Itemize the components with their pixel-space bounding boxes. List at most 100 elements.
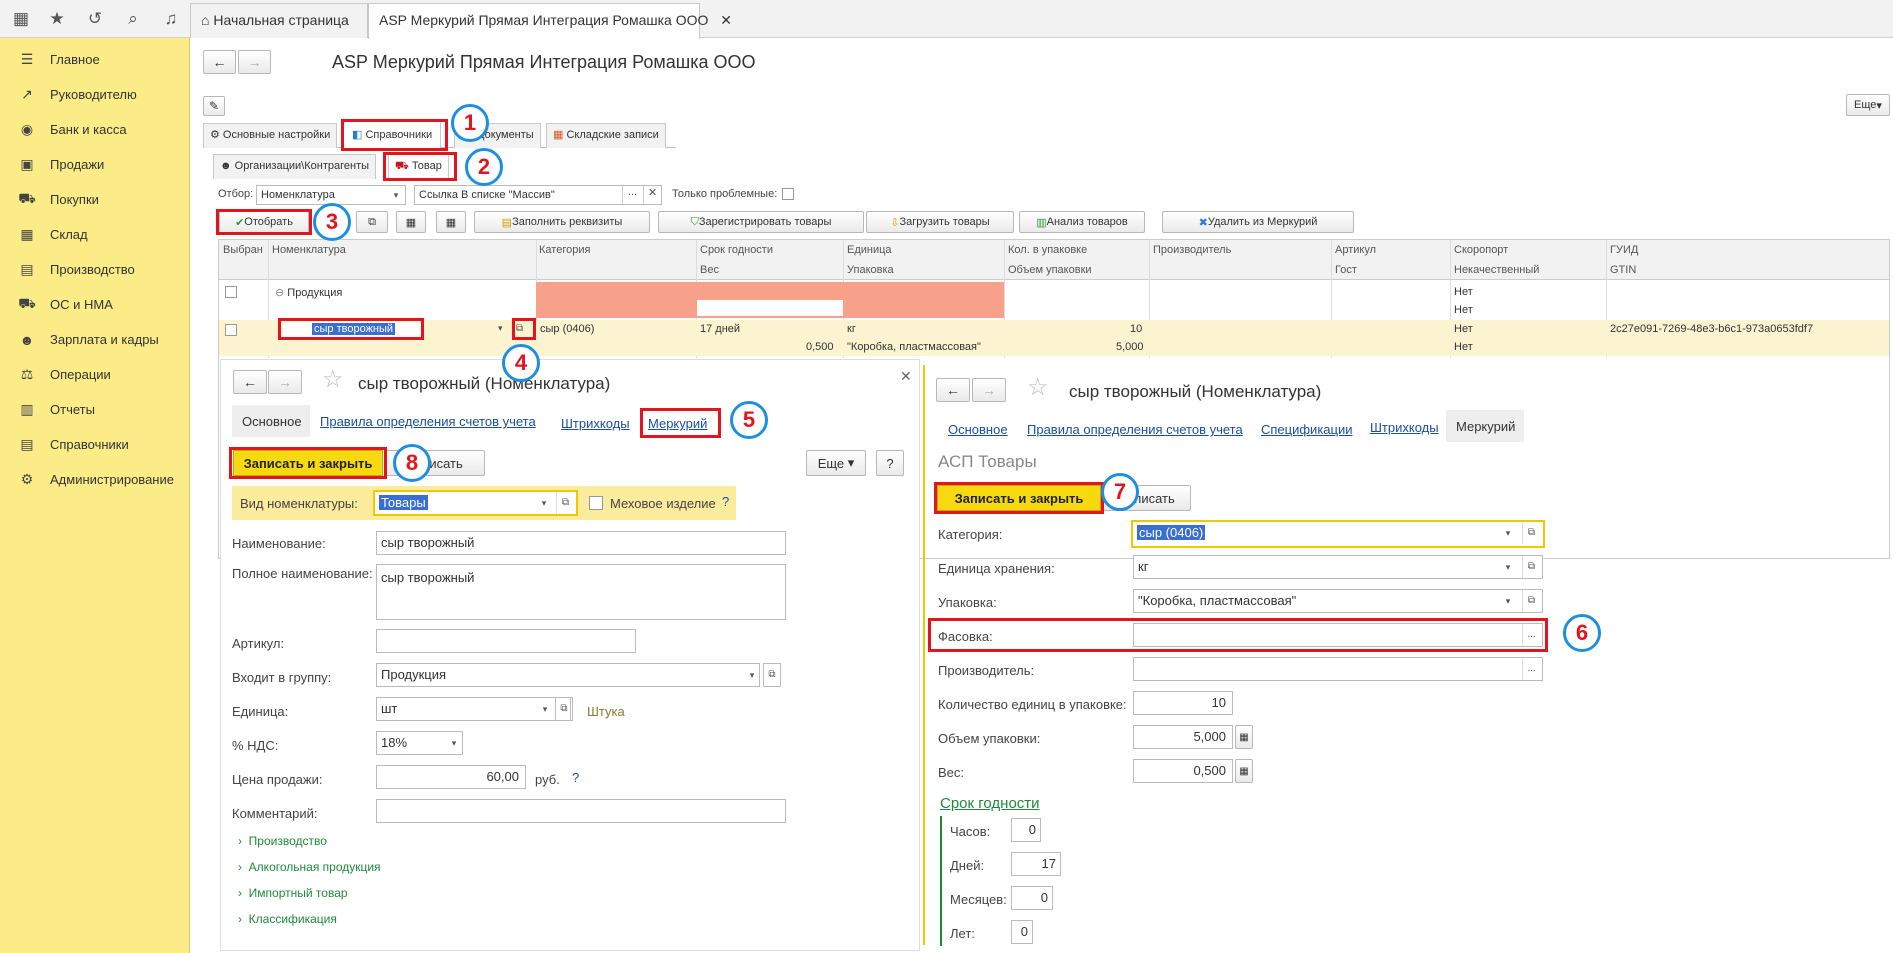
fullname-field[interactable]: сыр творожный — [376, 564, 786, 620]
favorite-star-icon[interactable]: ☆ — [1027, 373, 1049, 402]
sidebar-item-admin[interactable]: ⚙ Администрирование — [0, 462, 190, 497]
left-form-back-button[interactable]: ← — [233, 370, 267, 394]
apps-grid-icon[interactable]: ▦ — [10, 8, 32, 30]
settings-tool-button[interactable]: ✎ — [203, 96, 225, 116]
calculator-icon[interactable]: ▦ — [1235, 725, 1253, 749]
history-icon[interactable]: ↺ — [84, 8, 106, 30]
open-icon[interactable]: ⧉ — [1522, 556, 1540, 578]
open-icon[interactable]: ⧉ — [555, 697, 573, 721]
months-field[interactable]: 0 — [1011, 886, 1053, 910]
name-field[interactable]: сыр творожный — [376, 531, 786, 555]
group-row-checkbox[interactable] — [225, 286, 237, 298]
back-button[interactable]: ← — [203, 50, 236, 74]
collapse-icon[interactable]: ⊖ — [275, 287, 287, 299]
fill-requisites-button[interactable]: ▤ Заполнить реквизиты — [474, 211, 650, 233]
grid-add-button[interactable]: ▦ — [436, 211, 466, 233]
tab-home[interactable]: ⌂ Начальная страница — [190, 3, 368, 38]
calculator-icon[interactable]: ▦ — [1235, 759, 1253, 783]
qty-pack-field[interactable]: 10 — [1133, 691, 1233, 715]
chevron-down-icon[interactable]: ▾ — [1500, 522, 1516, 544]
star-icon[interactable]: ★ — [46, 8, 68, 30]
category-field[interactable]: сыр (0406) — [1131, 520, 1545, 548]
clear-icon[interactable]: ✕ — [643, 186, 661, 204]
right-tab-barcodes[interactable]: Штрихкоды — [1370, 420, 1439, 435]
tab-basic-settings[interactable]: ⚙ Основные настройки — [203, 123, 338, 148]
subtab-organizations[interactable]: ☻ Организации\Контрагенты — [213, 154, 377, 179]
sidebar-item-salary[interactable]: ☻ Зарплата и кадры — [0, 322, 190, 357]
load-goods-button[interactable]: ⇩ Загрузить товары — [866, 211, 1014, 233]
left-help-button[interactable]: ? — [876, 450, 904, 476]
price-field[interactable]: 60,00 — [376, 765, 526, 789]
analyze-goods-button[interactable]: ▥ Анализ товаров — [1019, 211, 1145, 233]
comment-field[interactable] — [376, 799, 786, 823]
chevron-down-icon[interactable]: ▾ — [744, 664, 760, 686]
tab-warehouse-records[interactable]: ▦ Складские записи — [546, 123, 666, 148]
copy-button[interactable]: ⧉ — [356, 211, 388, 233]
sidebar-item-catalogs[interactable]: ▤ Справочники — [0, 427, 190, 462]
select-dots-button[interactable]: ... — [1522, 658, 1540, 680]
left-tab-rules[interactable]: Правила определения счетов учета — [320, 414, 536, 429]
sidebar-item-warehouse[interactable]: ▦ Склад — [0, 217, 190, 252]
group-name[interactable]: ⊖ Продукция — [275, 286, 342, 299]
left-tab-barcodes[interactable]: Штрихкоды — [561, 416, 630, 431]
select-dots-button[interactable]: ... — [622, 186, 642, 204]
weight-field[interactable]: 0,500 — [1133, 759, 1233, 783]
storage-unit-field[interactable]: кг — [1133, 555, 1543, 579]
open-icon[interactable]: ⧉ — [1522, 590, 1540, 612]
days-field[interactable]: 17 — [1011, 852, 1061, 876]
producer-field[interactable] — [1133, 657, 1543, 681]
open-icon[interactable]: ⧉ — [1522, 522, 1540, 544]
forward-button[interactable]: → — [238, 50, 271, 74]
article-field[interactable] — [376, 629, 636, 653]
open-icon[interactable]: ⧉ — [556, 492, 574, 514]
section-classification[interactable]: › Классификация — [238, 912, 337, 926]
more-button[interactable]: Еще ▾ — [1846, 94, 1890, 116]
problem-only-checkbox[interactable] — [782, 188, 794, 200]
section-import[interactable]: › Импортный товар — [238, 886, 348, 900]
delete-from-mercury-button[interactable]: ✖ Удалить из Меркурий — [1162, 211, 1354, 233]
pack-field[interactable]: "Коробка, пластмассовая" — [1133, 589, 1543, 613]
grid-button[interactable]: ▦ — [396, 211, 426, 233]
help-icon[interactable]: ? — [572, 770, 579, 785]
shelf-life-title[interactable]: Срок годности — [940, 795, 1040, 812]
chevron-down-icon[interactable]: ▾ — [1500, 590, 1516, 612]
left-more-button[interactable]: Еще ▾ — [806, 450, 866, 476]
sidebar-item-manager[interactable]: ↗ Руководителю — [0, 77, 190, 112]
group-field[interactable]: Продукция — [376, 663, 760, 687]
sidebar-item-bank[interactable]: ◉ Банк и касса — [0, 112, 190, 147]
hours-field[interactable]: 0 — [1011, 818, 1041, 842]
chevron-down-icon[interactable]: ▾ — [537, 698, 553, 720]
register-goods-button[interactable]: ⛉ Зарегистрировать товары — [658, 211, 864, 233]
tab-asp-mercury[interactable]: ASP Меркурий Прямая Интеграция Ромашка О… — [368, 3, 732, 39]
chevron-down-icon[interactable]: ▾ — [498, 323, 503, 334]
chevron-down-icon[interactable]: ▾ — [388, 184, 404, 206]
right-tab-specs[interactable]: Спецификации — [1261, 422, 1353, 437]
close-icon[interactable]: ✕ — [720, 12, 732, 28]
right-tab-rules[interactable]: Правила определения счетов учета — [1027, 422, 1243, 437]
chevron-down-icon[interactable]: ▾ — [1500, 556, 1516, 578]
right-form-back-button[interactable]: ← — [936, 378, 970, 402]
volume-field[interactable]: 5,000 — [1133, 725, 1233, 749]
sidebar-item-operations[interactable]: ⚖ Операции — [0, 357, 190, 392]
sidebar-item-sales[interactable]: ▣ Продажи — [0, 147, 190, 182]
sidebar-item-production[interactable]: ▤ Производство — [0, 252, 190, 287]
row-checkbox[interactable] — [225, 324, 237, 336]
bell-icon[interactable]: ♫ — [160, 8, 182, 30]
open-icon[interactable]: ⧉ — [763, 663, 781, 687]
chevron-down-icon[interactable]: ▾ — [446, 732, 462, 754]
sidebar-item-reports[interactable]: ▥ Отчеты — [0, 392, 190, 427]
help-icon[interactable]: ? — [722, 494, 729, 509]
right-tab-basic[interactable]: Основное — [948, 422, 1008, 437]
search-icon[interactable]: ⌕ — [122, 8, 144, 30]
chevron-down-icon[interactable]: ▾ — [536, 492, 552, 514]
right-form-forward-button[interactable]: → — [972, 378, 1006, 402]
close-icon[interactable]: ✕ — [900, 368, 912, 385]
fur-checkbox[interactable] — [589, 496, 603, 510]
sidebar-item-purchases[interactable]: ⛟ Покупки — [0, 182, 190, 217]
years-field[interactable]: 0 — [1011, 920, 1033, 944]
section-alcohol[interactable]: › Алкогольная продукция — [238, 860, 381, 874]
filter-select[interactable]: Номенклатура — [256, 185, 406, 205]
sidebar-item-assets[interactable]: ⛟ ОС и НМА — [0, 287, 190, 322]
sidebar-item-main[interactable]: ☰ Главное — [0, 42, 190, 77]
left-form-forward-button[interactable]: → — [268, 370, 302, 394]
